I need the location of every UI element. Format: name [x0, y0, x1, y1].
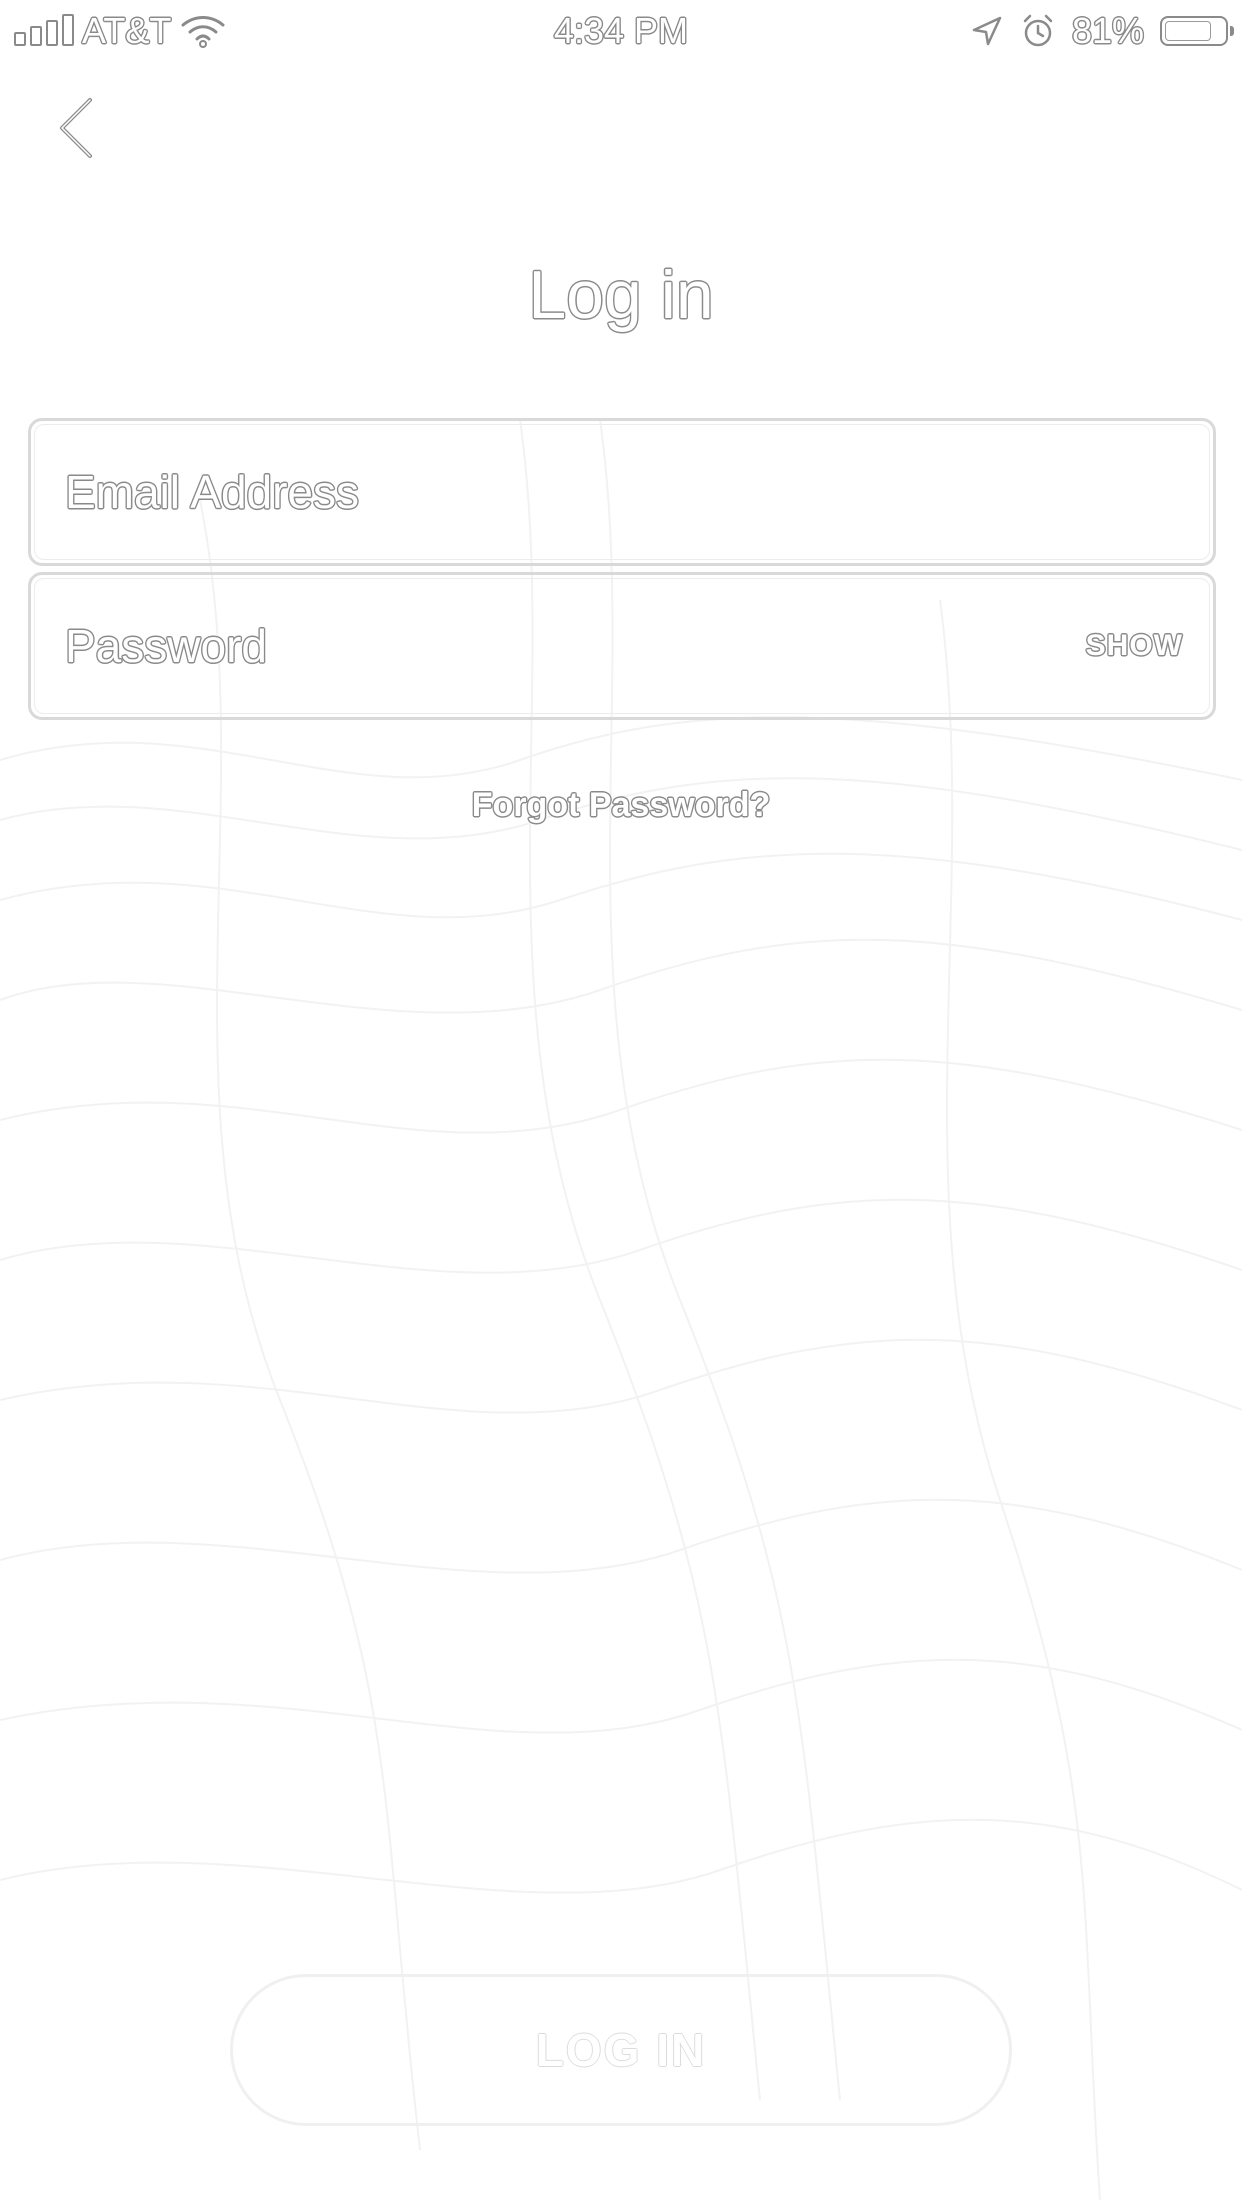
chevron-left-icon — [60, 98, 92, 158]
back-button[interactable] — [40, 80, 110, 170]
alarm-icon — [1023, 14, 1053, 47]
email-input[interactable] — [65, 421, 1065, 563]
forgot-password-link[interactable]: Forgot Password? — [0, 780, 1242, 830]
page-title: Log in — [528, 257, 714, 333]
login-button[interactable]: LOG IN — [230, 1974, 1012, 2126]
battery-percent: 81% — [1071, 10, 1144, 51]
status-right-group: 81% — [970, 6, 1234, 56]
location-arrow-icon — [972, 16, 1002, 46]
battery-level-fill — [1165, 21, 1211, 41]
show-password-button[interactable]: SHOW — [1086, 575, 1183, 717]
email-field[interactable]: Email Address — [28, 418, 1216, 566]
password-input[interactable] — [65, 575, 1065, 717]
battery-icon — [1160, 16, 1234, 46]
status-bar: AT&T 4:34 PM 81% — [0, 0, 1242, 60]
password-field[interactable]: Password SHOW — [28, 572, 1216, 720]
